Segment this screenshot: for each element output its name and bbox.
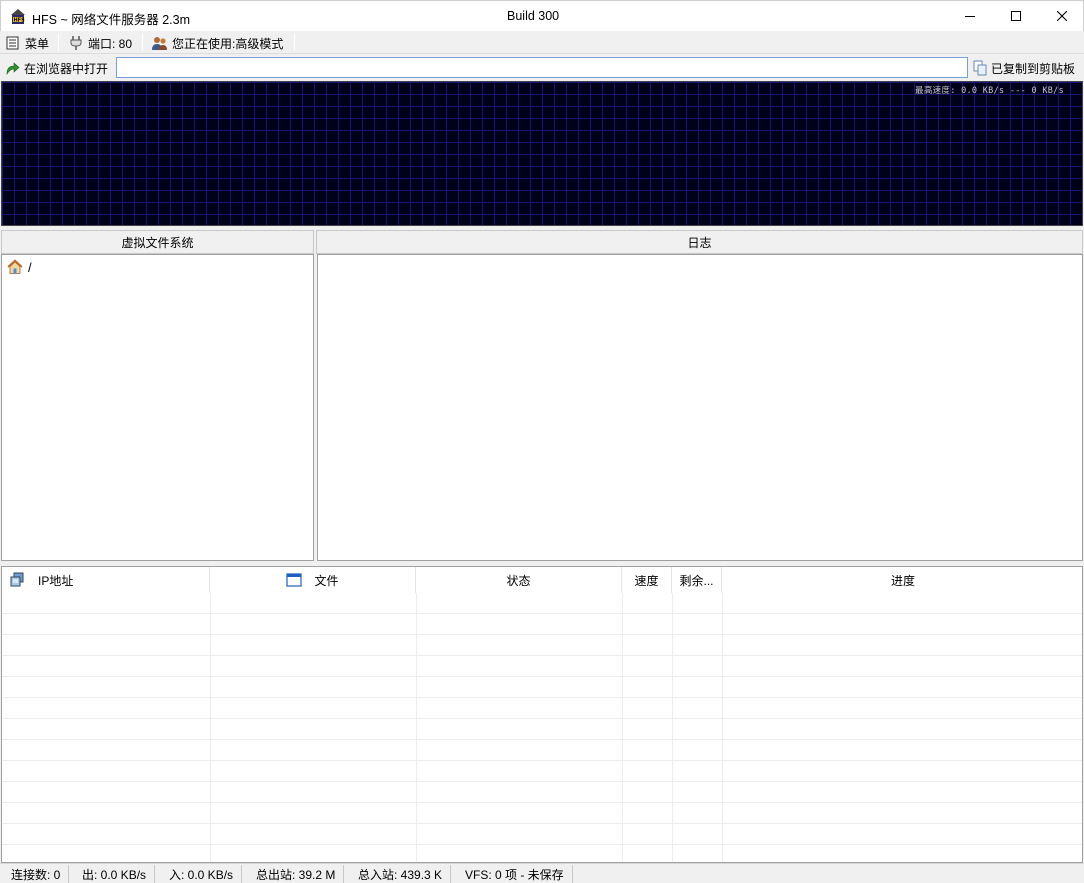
port-button[interactable]: 端口: 80 (68, 33, 132, 53)
log-panel-header: 日志 (316, 230, 1083, 254)
vfs-root-item[interactable]: / (7, 259, 32, 275)
log-header-label: 日志 (687, 235, 712, 250)
connections-rows (2, 593, 1082, 862)
column-divider (622, 593, 623, 862)
window-icon (286, 572, 303, 588)
toolbar-separator (142, 34, 143, 51)
log-area[interactable] (317, 254, 1083, 561)
column-speed-label: 速度 (634, 573, 659, 588)
maximize-icon (1011, 11, 1021, 21)
column-divider (672, 593, 673, 862)
vfs-header-label: 虚拟文件系统 (121, 235, 194, 250)
minimize-icon (965, 16, 975, 17)
url-toolbar: 在浏览器中打开 已复制到剪贴板 (0, 55, 1084, 80)
menu-icon (5, 35, 21, 51)
copy-to-clipboard-label: 已复制到剪贴板 (991, 61, 1076, 76)
menu-label: 菜单 (25, 36, 50, 51)
window-title: HFS ~ 网络文件服务器 2.3m (32, 13, 191, 27)
network-computer-icon (10, 572, 26, 588)
mode-label: 您正在使用:高级模式 (172, 36, 284, 51)
column-remaining-label: 剩余... (679, 573, 714, 588)
mode-button[interactable]: 您正在使用:高级模式 (152, 33, 283, 53)
title-bar: HFS HFS ~ 网络文件服务器 2.3m Build 300 (0, 0, 1084, 31)
close-icon (1057, 11, 1067, 21)
status-bar: 连接数: 0 出: 0.0 KB/s 入: 0.0 KB/s 总出站: 39.2… (0, 863, 1084, 883)
copy-to-clipboard-button[interactable]: 已复制到剪贴板 (972, 58, 1075, 78)
column-speed[interactable]: 速度 (622, 567, 672, 593)
copy-icon (972, 60, 988, 76)
vfs-tree[interactable]: / (1, 254, 314, 561)
open-in-browser-button[interactable]: 在浏览器中打开 (4, 58, 108, 78)
column-divider (722, 593, 723, 862)
hfs-logo-icon: HFS (9, 7, 27, 25)
status-vfs: VFS: 0 项 - 未保存 (454, 865, 573, 883)
build-label: Build 300 (507, 9, 560, 23)
arrow-redo-icon (4, 60, 20, 76)
vfs-root-label: / (28, 259, 32, 275)
column-ip[interactable]: IP地址 (2, 567, 210, 593)
open-in-browser-label: 在浏览器中打开 (24, 61, 109, 76)
column-progress-label: 进度 (890, 573, 915, 588)
status-total-in: 总入站: 439.3 K (347, 865, 452, 883)
menu-button[interactable]: 菜单 (5, 33, 49, 53)
url-input[interactable] (116, 57, 968, 78)
close-button[interactable] (1039, 1, 1084, 31)
minimize-button[interactable] (947, 1, 993, 31)
status-total-out: 总出站: 39.2 M (245, 865, 345, 883)
column-status-label: 状态 (506, 573, 531, 588)
maximize-button[interactable] (993, 1, 1039, 31)
main-toolbar: 菜单 端口: 80 您正在使用:高级模式 (0, 31, 1084, 54)
column-remaining[interactable]: 剩余... (672, 567, 722, 593)
svg-text:HFS: HFS (14, 18, 26, 24)
toolbar-separator (58, 34, 59, 51)
users-icon (152, 35, 168, 51)
status-in-speed: 入: 0.0 KB/s (158, 865, 243, 883)
column-status[interactable]: 状态 (416, 567, 622, 593)
connections-table[interactable]: IP地址 文件 状态 速度 剩余... 进度 (1, 566, 1083, 863)
home-icon (7, 259, 23, 275)
column-file-label: 文件 (314, 573, 339, 588)
plug-icon (68, 35, 84, 51)
column-divider (416, 593, 417, 862)
column-progress[interactable]: 进度 (722, 567, 1082, 593)
column-ip-label: IP地址 (38, 573, 74, 588)
max-speed-label: 最高速度: 0.0 KB/s --- 0 KB/s (915, 86, 1064, 96)
connections-table-header: IP地址 文件 状态 速度 剩余... 进度 (2, 567, 1082, 593)
column-file[interactable]: 文件 (210, 567, 416, 593)
speed-graph: 最高速度: 0.0 KB/s --- 0 KB/s (1, 81, 1083, 226)
column-divider (210, 593, 211, 862)
toolbar-separator (294, 34, 295, 51)
port-label: 端口: 80 (88, 36, 133, 51)
status-out-speed: 出: 0.0 KB/s (71, 865, 156, 883)
status-connections: 连接数: 0 (0, 865, 70, 883)
vfs-panel-header: 虚拟文件系统 (1, 230, 314, 254)
